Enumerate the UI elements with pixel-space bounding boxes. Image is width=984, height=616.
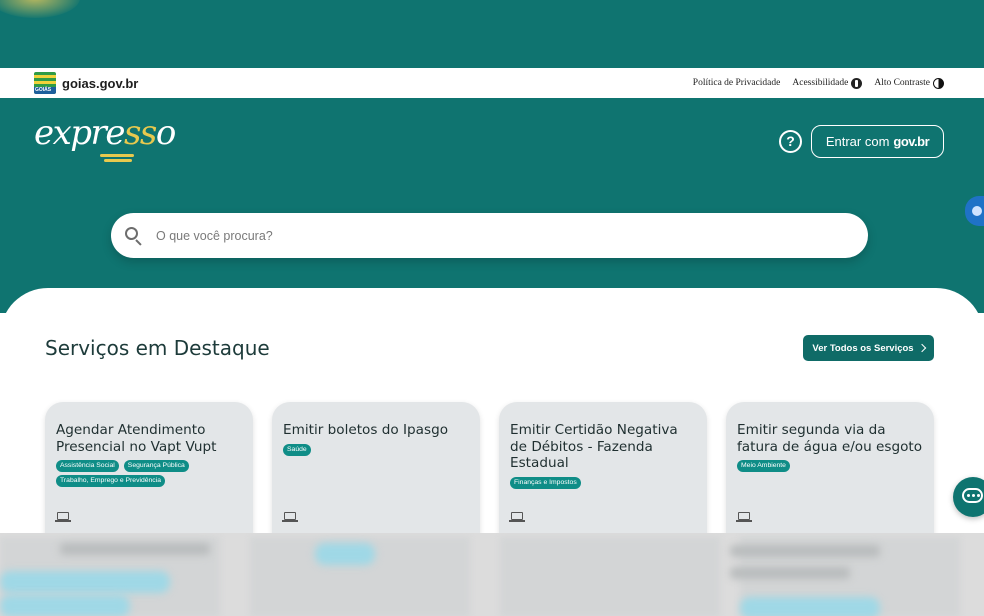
blurred-tag — [315, 543, 375, 565]
service-tag[interactable]: Segurança Pública — [123, 460, 189, 472]
logo-underline — [104, 159, 132, 162]
see-all-services-button[interactable]: Ver Todos os Serviços — [803, 335, 934, 361]
service-tag[interactable]: Meio Ambiente — [737, 460, 790, 472]
laptop-icon — [736, 512, 752, 522]
search-input[interactable] — [156, 228, 836, 243]
accessibility-icon — [851, 77, 863, 89]
laptop-icon — [509, 512, 525, 522]
service-tag[interactable]: Assistência Social — [56, 460, 119, 472]
blurred-tag — [740, 597, 880, 616]
help-icon[interactable]: ? — [779, 130, 802, 153]
service-tags: Saúde — [283, 443, 469, 456]
accessibility-label: Acessibilidade — [792, 78, 849, 88]
login-label: Entrar com — [825, 134, 890, 149]
blurred-text — [60, 543, 210, 555]
govbr-brand: gov.br — [893, 134, 930, 149]
service-tags: Assistência Social Segurança Pública Tra… — [56, 460, 242, 487]
service-card[interactable]: Emitir boletos do Ipasgo Saúde — [272, 402, 480, 552]
service-card[interactable]: Emitir segunda via da fatura de água e/o… — [726, 402, 934, 552]
chat-dot — [977, 494, 980, 497]
section-title: Serviços em Destaque — [45, 336, 270, 360]
blurred-text — [730, 545, 880, 557]
expresso-logo[interactable]: expresso — [34, 113, 176, 153]
blurred-card — [500, 537, 720, 616]
top-banner — [0, 0, 984, 68]
login-govbr-button[interactable]: Entrar com gov.br — [811, 125, 944, 158]
high-contrast-toggle[interactable]: Alto Contraste — [874, 77, 944, 89]
accessibility-link[interactable]: Acessibilidade — [792, 77, 863, 89]
government-bar: GOIÁS goias.gov.br Política de Privacida… — [0, 68, 984, 98]
decorative-blob — [0, 0, 80, 18]
service-tag[interactable]: Saúde — [283, 443, 311, 456]
gov-site-link[interactable]: GOIÁS goias.gov.br — [34, 72, 138, 94]
flag-badge-text: GOIÁS — [35, 87, 52, 93]
blurred-overlay — [0, 533, 984, 616]
gov-site-name: goias.gov.br — [62, 75, 139, 91]
service-card-title: Emitir boletos do Ipasgo — [283, 422, 449, 438]
service-card-title: Emitir segunda via da fatura de água e/o… — [737, 422, 923, 455]
goias-flag-icon: GOIÁS — [34, 72, 56, 94]
service-tags: Meio Ambiente — [737, 460, 923, 472]
logo-text-start: expre — [34, 113, 125, 153]
laptop-icon — [282, 512, 298, 522]
chevron-right-icon — [917, 343, 926, 353]
chat-dot — [967, 494, 970, 497]
chat-dot — [972, 494, 975, 497]
vlibras-accessibility-tab[interactable] — [965, 196, 984, 226]
service-card[interactable]: Agendar Atendimento Presencial no Vapt V… — [45, 402, 253, 552]
hero-header: expresso ? Entrar com gov.br — [0, 98, 984, 313]
blurred-tag — [0, 571, 170, 593]
service-card[interactable]: Emitir Certidão Negativa de Débitos - Fa… — [499, 402, 707, 552]
service-tags: Finanças e Impostos — [510, 476, 696, 489]
laptop-icon — [55, 512, 71, 522]
privacy-policy-link[interactable]: Política de Privacidade — [693, 78, 781, 88]
logo-underline — [100, 154, 134, 157]
search-bar[interactable] — [111, 213, 868, 258]
contrast-icon — [933, 77, 944, 89]
see-all-label: Ver Todos os Serviços — [812, 342, 914, 354]
blurred-tag — [0, 595, 130, 616]
gov-links: Política de Privacidade Acessibilidade A… — [693, 77, 944, 89]
high-contrast-label: Alto Contraste — [874, 78, 930, 88]
service-card-title: Emitir Certidão Negativa de Débitos - Fa… — [510, 422, 678, 471]
search-icon — [125, 226, 143, 246]
service-tag[interactable]: Finanças e Impostos — [510, 476, 581, 489]
blurred-text — [730, 567, 850, 579]
service-card-title: Agendar Atendimento Presencial no Vapt V… — [56, 422, 217, 455]
logo-text-accent: ss — [123, 113, 157, 153]
service-tag[interactable]: Trabalho, Emprego e Previdência — [56, 475, 166, 487]
logo-text-end: o — [155, 113, 176, 153]
featured-services-section: Serviços em Destaque Ver Todos os Serviç… — [0, 288, 984, 552]
